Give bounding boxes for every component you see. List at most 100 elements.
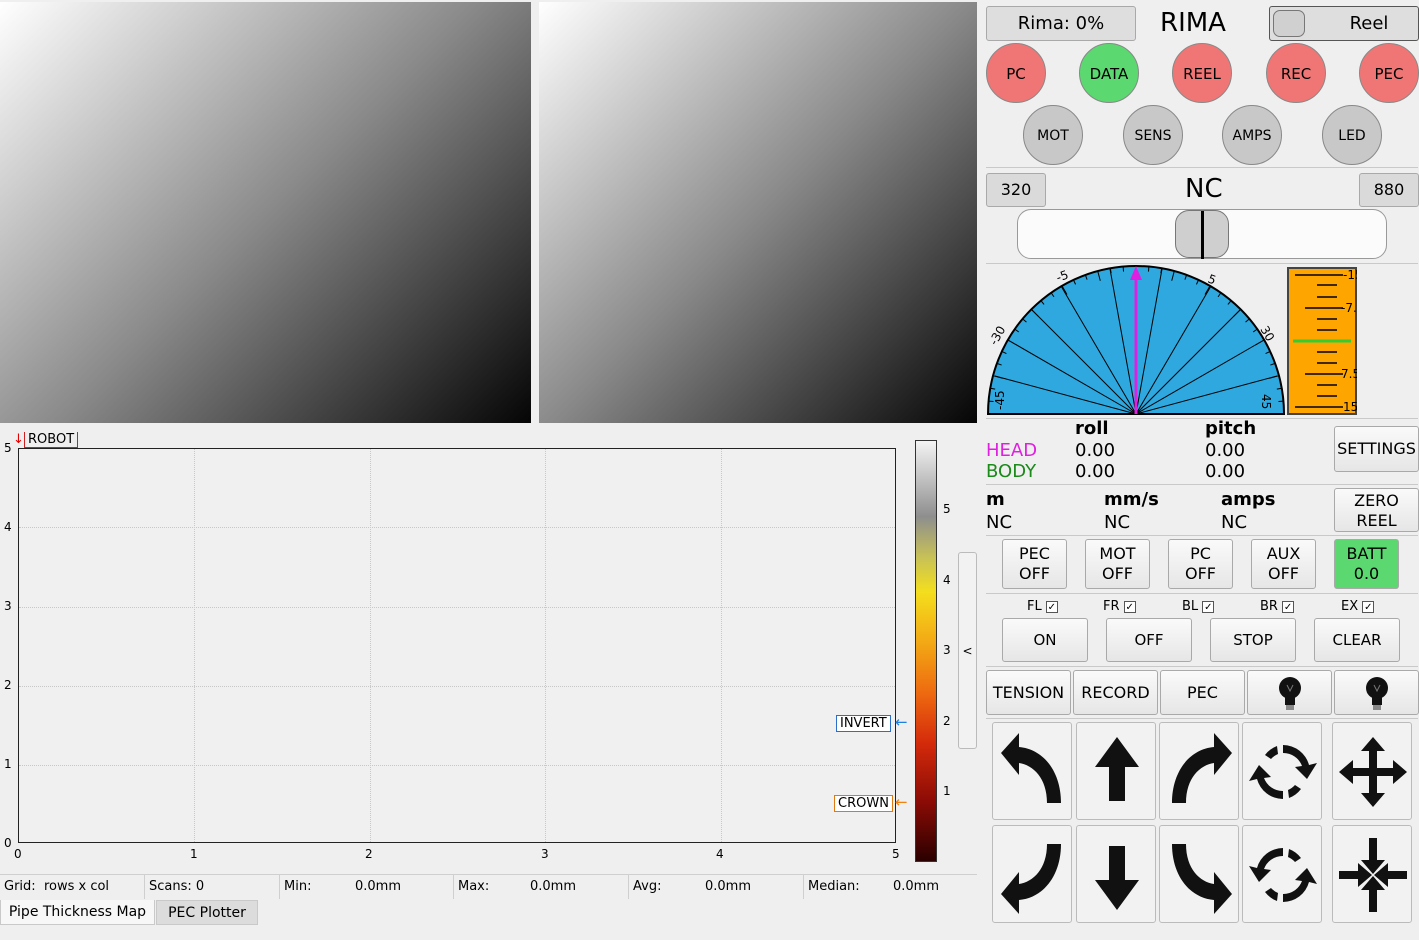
turn-backward-right-button[interactable]: [1159, 825, 1239, 923]
speed-readout: NC: [1104, 512, 1131, 533]
collapse-panel-button[interactable]: <: [958, 552, 977, 749]
expand-button[interactable]: [1332, 722, 1412, 820]
roll-label: 45: [1259, 394, 1273, 409]
speed-min-button[interactable]: 320: [986, 173, 1046, 207]
roll-header: roll: [1075, 418, 1109, 439]
arrow-up-icon: [1095, 737, 1139, 801]
wheel-fr-checkbox[interactable]: FR ✓: [1103, 599, 1136, 614]
x-tick: 4: [716, 847, 724, 861]
colorbar-tick: 2: [943, 714, 951, 728]
speed-header: mm/s: [1104, 489, 1159, 510]
head-pitch-value: 0.00: [1205, 440, 1246, 461]
led-rec: REC: [1266, 43, 1326, 103]
rotate-clockwise-icon: [1249, 745, 1317, 799]
speed-slider-handle[interactable]: [1175, 210, 1229, 259]
speed-max-button[interactable]: 880: [1359, 173, 1419, 207]
pec-power-button[interactable]: PEC OFF: [1002, 539, 1067, 589]
backward-button[interactable]: [1076, 825, 1156, 923]
turn-forward-left-icon: [1001, 733, 1061, 803]
tab-pec-plotter[interactable]: PEC Plotter: [156, 900, 258, 925]
x-tick: 5: [892, 847, 900, 861]
y-tick: 4: [4, 520, 12, 534]
roll-label: 5: [1206, 272, 1218, 288]
robot-arrow-icon: ↓: [13, 432, 24, 447]
plot-area[interactable]: [18, 448, 896, 843]
turn-forward-right-button[interactable]: [1159, 722, 1239, 820]
roll-gauge: -5 5 -30 30 -45 45: [986, 265, 1286, 415]
record-button[interactable]: RECORD: [1073, 670, 1158, 715]
led-mot: MOT: [1023, 105, 1083, 165]
led-led: LED: [1322, 105, 1382, 165]
pc-power-button[interactable]: PC OFF: [1168, 539, 1233, 589]
battery-indicator[interactable]: BATT 0.0: [1334, 539, 1399, 589]
y-tick: 1: [4, 757, 12, 771]
body-label: BODY: [986, 461, 1037, 482]
colorbar-tick: 5: [943, 502, 951, 516]
y-tick: 3: [4, 599, 12, 613]
motor-on-button[interactable]: ON: [1002, 618, 1088, 662]
motor-off-button[interactable]: OFF: [1106, 618, 1192, 662]
wheel-bl-checkbox[interactable]: BL ✓: [1182, 599, 1215, 614]
colorbar-tick: 4: [943, 573, 951, 587]
wheel-fl-checkbox[interactable]: FL ✓: [1027, 599, 1058, 614]
turn-backward-left-button[interactable]: [992, 825, 1072, 923]
turn-backward-right-icon: [1172, 844, 1232, 914]
light-bulb-icon: [1365, 677, 1388, 710]
turn-backward-left-icon: [1001, 844, 1061, 914]
rotate-counterclockwise-button[interactable]: [1242, 825, 1322, 923]
mot-power-button[interactable]: MOT OFF: [1085, 539, 1150, 589]
motor-stop-button[interactable]: STOP: [1210, 618, 1296, 662]
app-title: RIMA: [1160, 8, 1226, 38]
turn-forward-left-button[interactable]: [992, 722, 1072, 820]
pitch-label: -15: [1343, 268, 1357, 282]
pitch-label: -7.5: [1341, 301, 1357, 315]
tension-button[interactable]: TENSION: [986, 670, 1071, 715]
colorbar-tick: 1: [943, 784, 951, 798]
x-tick: 1: [190, 847, 198, 861]
rima-status-button[interactable]: Rima: 0%: [986, 6, 1136, 41]
wheel-ex-checkbox[interactable]: EX ✓: [1341, 599, 1375, 614]
roll-label: -45: [993, 390, 1007, 410]
light-front-button[interactable]: [1247, 670, 1332, 715]
motor-clear-button[interactable]: CLEAR: [1314, 618, 1400, 662]
speed-slider[interactable]: [1017, 209, 1387, 259]
y-tick: 0: [4, 836, 12, 850]
body-pitch-value: 0.00: [1205, 461, 1246, 482]
reel-toggle[interactable]: Reel: [1269, 6, 1419, 41]
led-pec: PEC: [1359, 43, 1419, 103]
contract-button[interactable]: [1332, 825, 1412, 923]
rotate-counterclockwise-icon: [1249, 848, 1317, 902]
amps-header: amps: [1221, 489, 1276, 510]
light-bulb-icon: [1278, 677, 1301, 710]
tab-pipe-thickness-map[interactable]: Pipe Thickness Map: [0, 900, 155, 925]
status-max: Max: 0.0mm: [453, 875, 627, 899]
rotate-clockwise-button[interactable]: [1242, 722, 1322, 820]
led-sens: SENS: [1123, 105, 1183, 165]
reel-checkbox[interactable]: [1273, 10, 1305, 37]
pec-button[interactable]: PEC: [1160, 670, 1245, 715]
zero-reel-button[interactable]: ZERO REEL: [1334, 488, 1419, 532]
status-median: Median: 0.0mm: [803, 875, 977, 899]
settings-button[interactable]: SETTINGS: [1334, 426, 1419, 472]
speed-value: NC: [1185, 174, 1223, 204]
pitch-label: 15: [1343, 400, 1357, 414]
x-tick: 3: [541, 847, 549, 861]
pitch-gauge: -15 -7.5 7.5 15: [1287, 267, 1357, 415]
amps-value: NC: [1221, 512, 1248, 533]
head-label: HEAD: [986, 440, 1038, 461]
led-data: DATA: [1079, 43, 1139, 103]
crown-marker: CROWN: [834, 795, 893, 812]
camera-view-right: [539, 2, 977, 423]
aux-power-button[interactable]: AUX OFF: [1251, 539, 1316, 589]
robot-marker: ROBOT: [24, 432, 79, 448]
led-amps: AMPS: [1222, 105, 1282, 165]
forward-button[interactable]: [1076, 722, 1156, 820]
crown-arrow-icon: ←: [895, 793, 908, 811]
reel-label: Reel: [1349, 13, 1389, 34]
contract-arrows-icon: [1339, 838, 1407, 912]
wheel-br-checkbox[interactable]: BR ✓: [1260, 599, 1295, 614]
invert-marker: INVERT: [836, 715, 891, 732]
status-avg: Avg: 0.0mm: [628, 875, 803, 899]
x-tick: 2: [365, 847, 373, 861]
light-rear-button[interactable]: [1334, 670, 1419, 715]
